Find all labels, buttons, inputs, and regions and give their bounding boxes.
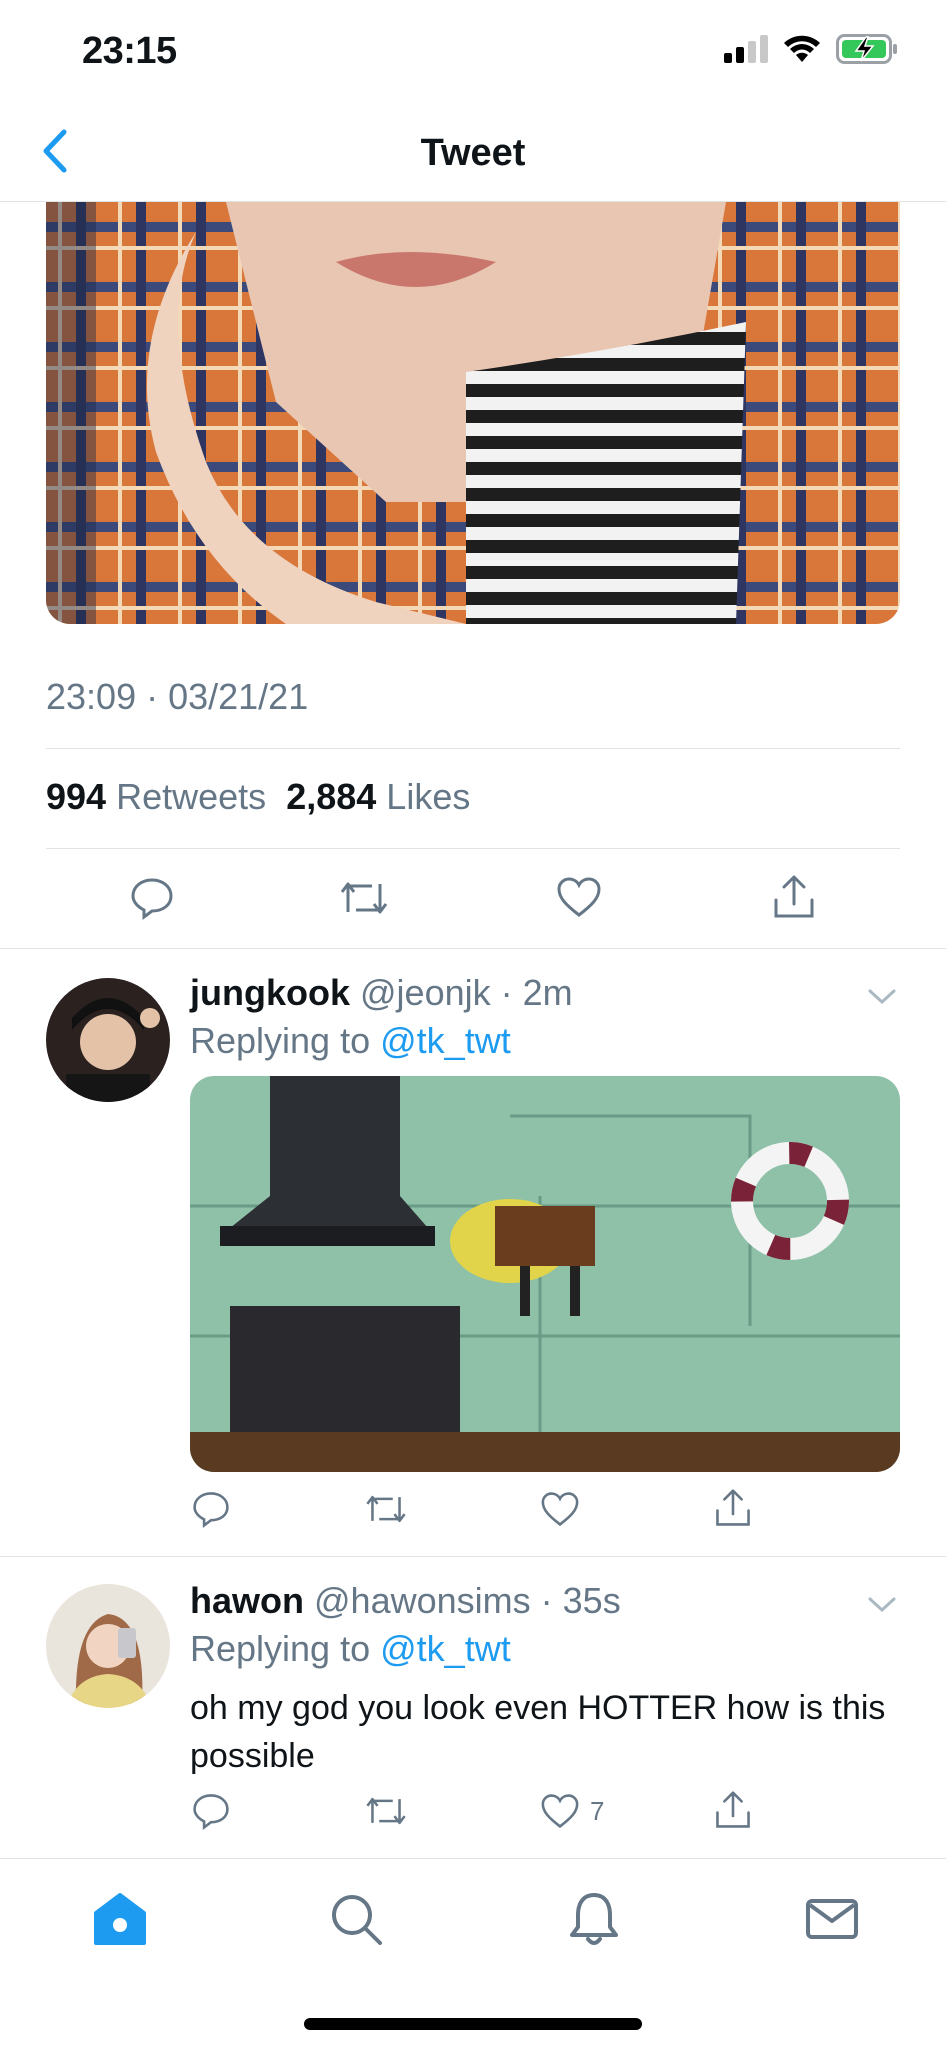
home-indicator bbox=[304, 2018, 642, 2030]
like-action[interactable]: 7 bbox=[540, 1793, 604, 1829]
chevron-down-icon[interactable] bbox=[864, 984, 900, 1008]
home-icon[interactable] bbox=[90, 1889, 150, 1949]
divider bbox=[46, 748, 900, 749]
display-name[interactable]: jungkook bbox=[190, 972, 350, 1013]
reply-tweet[interactable]: hawon @hawonsims · 35s Replying to @tk_t… bbox=[0, 1556, 946, 1858]
status-time: 23:15 bbox=[82, 30, 177, 72]
reply-icon[interactable] bbox=[192, 1490, 230, 1528]
tweet-photo[interactable] bbox=[46, 202, 900, 624]
reply-time: · 35s bbox=[540, 1580, 621, 1621]
reply-media-gif[interactable] bbox=[190, 1076, 900, 1472]
status-icons bbox=[724, 34, 898, 64]
display-name[interactable]: hawon bbox=[190, 1580, 304, 1621]
share-icon[interactable] bbox=[772, 874, 816, 920]
like-count: 7 bbox=[590, 1795, 605, 1826]
chevron-down-icon[interactable] bbox=[864, 1592, 900, 1616]
mention-link[interactable]: @tk_twt bbox=[380, 1020, 511, 1061]
reply-tweet[interactable]: jungkook @jeonjk · 2m Replying to @tk_tw… bbox=[0, 948, 946, 1556]
user-handle[interactable]: @jeonjk bbox=[360, 972, 491, 1013]
divider bbox=[46, 848, 900, 849]
battery-charging-icon bbox=[836, 34, 897, 64]
reply-header: jungkook @jeonjk · 2m bbox=[190, 972, 573, 1014]
tweet-stats: 994 Retweets 2,884 Likes bbox=[46, 776, 470, 818]
status-bar: 23:15 bbox=[0, 0, 946, 100]
like-label[interactable]: Likes bbox=[386, 776, 470, 817]
reply-icon[interactable] bbox=[130, 876, 174, 920]
tweet-action-bar bbox=[0, 858, 946, 938]
retweet-count[interactable]: 994 bbox=[46, 776, 106, 817]
reply-text: oh my god you look even HOTTER how is th… bbox=[190, 1689, 886, 1775]
signal-icon bbox=[724, 35, 768, 63]
retweet-icon[interactable] bbox=[338, 878, 390, 918]
nav-header: Tweet bbox=[0, 100, 946, 202]
user-handle[interactable]: @hawonsims bbox=[314, 1580, 531, 1621]
bell-icon[interactable] bbox=[564, 1889, 624, 1949]
reply-time: · 2m bbox=[500, 972, 573, 1013]
retweet-label[interactable]: Retweets bbox=[116, 776, 266, 817]
share-icon[interactable] bbox=[714, 1488, 752, 1528]
share-icon[interactable] bbox=[714, 1790, 752, 1830]
avatar[interactable] bbox=[46, 978, 170, 1102]
like-icon[interactable] bbox=[556, 876, 602, 918]
like-icon[interactable] bbox=[540, 1793, 580, 1829]
reply-header: hawon @hawonsims · 35s bbox=[190, 1580, 621, 1622]
reply-icon[interactable] bbox=[192, 1792, 230, 1830]
avatar[interactable] bbox=[46, 1584, 170, 1708]
tweet-timestamp: 23:09 · 03/21/21 bbox=[46, 676, 309, 717]
wifi-icon bbox=[784, 35, 820, 62]
replying-prefix: Replying to bbox=[190, 1020, 371, 1061]
search-icon[interactable] bbox=[326, 1889, 386, 1949]
retweet-icon[interactable] bbox=[364, 1492, 408, 1526]
mail-icon[interactable] bbox=[802, 1889, 862, 1949]
replying-prefix: Replying to bbox=[190, 1628, 371, 1669]
replying-to: Replying to @tk_twt bbox=[190, 1628, 511, 1670]
mention-link[interactable]: @tk_twt bbox=[380, 1628, 511, 1669]
replying-to: Replying to @tk_twt bbox=[190, 1020, 511, 1062]
like-icon[interactable] bbox=[540, 1491, 580, 1527]
page-title: Tweet bbox=[420, 132, 526, 174]
like-count[interactable]: 2,884 bbox=[286, 776, 376, 817]
retweet-icon[interactable] bbox=[364, 1794, 408, 1828]
